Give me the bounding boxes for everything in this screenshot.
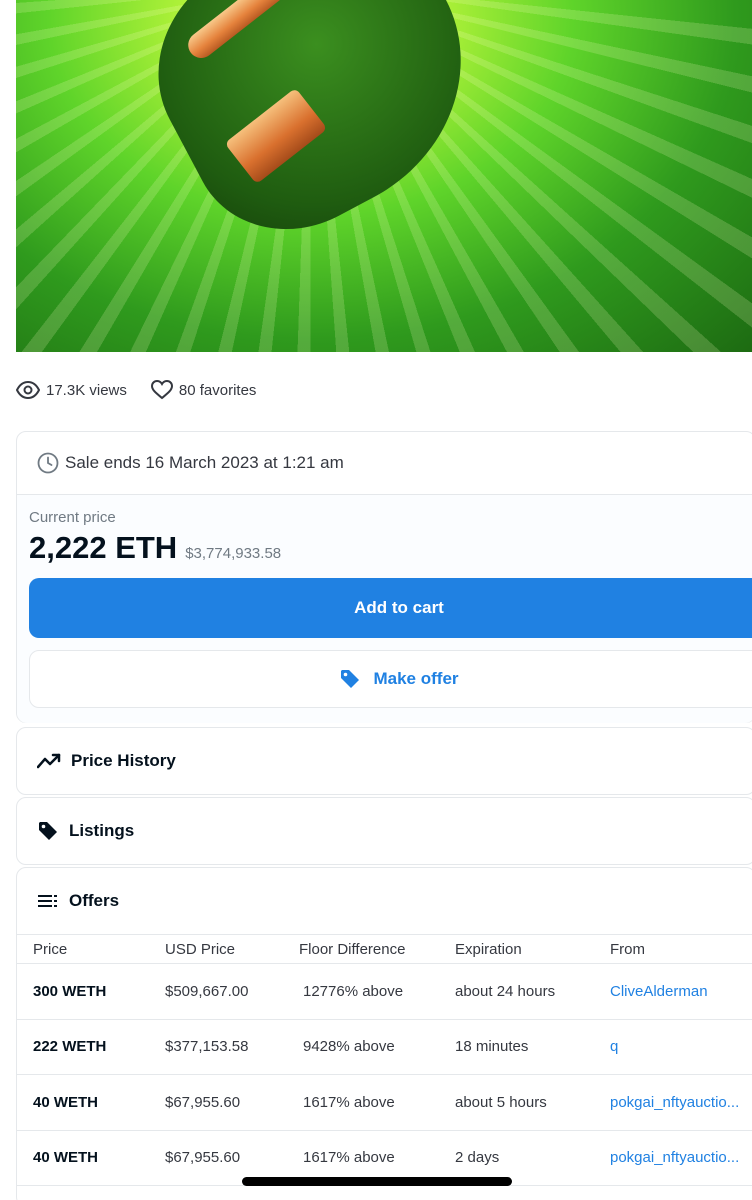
col-from: From (610, 940, 645, 958)
offer-expiration: about 24 hours (455, 982, 556, 1000)
offer-floor-diff: 1617% above (303, 1093, 395, 1111)
offer-floor-diff: 9428% above (303, 1038, 395, 1056)
offer-floor-diff: 1617% above (303, 1149, 395, 1167)
add-to-cart-button[interactable]: Add to cart (29, 578, 752, 638)
home-indicator[interactable] (242, 1177, 512, 1186)
make-offer-label: Make offer (373, 669, 459, 688)
favorites-stat[interactable]: 80 favorites (150, 380, 257, 400)
offer-usd: $67,955.60 (165, 1149, 241, 1167)
list-icon (38, 895, 57, 907)
price-eth: 2,222 ETH (29, 530, 178, 565)
offer-floor-diff: 12776% above (303, 982, 404, 1000)
col-expiration: Expiration (455, 940, 522, 958)
listings-header[interactable]: Listings (17, 798, 752, 864)
price-history-title: Price History (71, 751, 176, 770)
offer-usd: $67,955.60 (165, 1093, 241, 1111)
offer-usd: $377,153.58 (165, 1038, 249, 1056)
offer-expiration: about 5 hours (455, 1093, 547, 1111)
stats-bar: 17.3K views 80 favorites (16, 380, 280, 400)
make-offer-button[interactable]: Make offer (29, 650, 752, 708)
nft-image[interactable] (16, 0, 752, 352)
listings-panel[interactable]: Listings (16, 797, 752, 865)
sale-end-text: Sale ends 16 March 2023 at 1:21 am (65, 453, 344, 472)
heart-icon[interactable] (150, 380, 173, 400)
offer-from-link[interactable]: CliveAlderman (610, 983, 750, 1000)
listings-title: Listings (69, 821, 135, 840)
offer-expiration: 18 minutes (455, 1038, 529, 1056)
table-row: 40 WETH $67,955.60 1617% above about 5 h… (17, 1075, 752, 1131)
sale-end-row: Sale ends 16 March 2023 at 1:21 am (17, 432, 752, 495)
price-usd: $3,774,933.58 (185, 545, 282, 562)
tag-icon (39, 822, 57, 840)
views-stat: 17.3K views (16, 381, 127, 399)
offers-table-header: Price USD Price Floor Difference Expirat… (17, 934, 752, 964)
offers-table: Price USD Price Floor Difference Expirat… (17, 934, 752, 1186)
offer-price: 300 WETH (33, 982, 107, 1000)
price-block: Current price 2,222 ETH $3,774,933.58 Ad… (17, 495, 752, 723)
table-row: 222 WETH $377,153.58 9428% above 18 minu… (17, 1020, 752, 1075)
offers-title: Offers (69, 891, 120, 910)
clock-icon (37, 452, 59, 474)
offer-from-link[interactable]: q (610, 1038, 750, 1055)
offer-usd: $509,667.00 (165, 982, 249, 1000)
table-row: 300 WETH $509,667.00 12776% above about … (17, 964, 752, 1020)
trend-line-icon (37, 753, 61, 769)
eye-icon (16, 381, 40, 399)
offer-expiration: 2 days (455, 1149, 500, 1167)
current-price-label: Current price (29, 509, 116, 526)
offer-price: 40 WETH (33, 1149, 99, 1167)
price-row: 2,222 ETH $3,774,933.58 (29, 530, 743, 566)
favorites-count: 80 favorites (178, 381, 257, 399)
offers-header[interactable]: Offers (17, 868, 752, 934)
col-price: Price (33, 940, 68, 958)
tag-icon (341, 670, 360, 688)
views-count: 17.3K views (46, 381, 127, 399)
offers-panel: Offers Price USD Price Floor Difference … (16, 867, 752, 1200)
col-usd-price: USD Price (165, 940, 236, 958)
offer-from-link[interactable]: pokgai_nftyauctio... (610, 1149, 750, 1166)
col-floor-difference: Floor Difference (299, 940, 406, 958)
offer-price: 222 WETH (33, 1038, 107, 1056)
offer-price: 40 WETH (33, 1093, 99, 1111)
price-history-header[interactable]: Price History (17, 728, 752, 794)
price-history-panel[interactable]: Price History (16, 727, 752, 795)
offer-from-link[interactable]: pokgai_nftyauctio... (610, 1094, 750, 1111)
sale-panel: Sale ends 16 March 2023 at 1:21 am Curre… (16, 431, 752, 723)
